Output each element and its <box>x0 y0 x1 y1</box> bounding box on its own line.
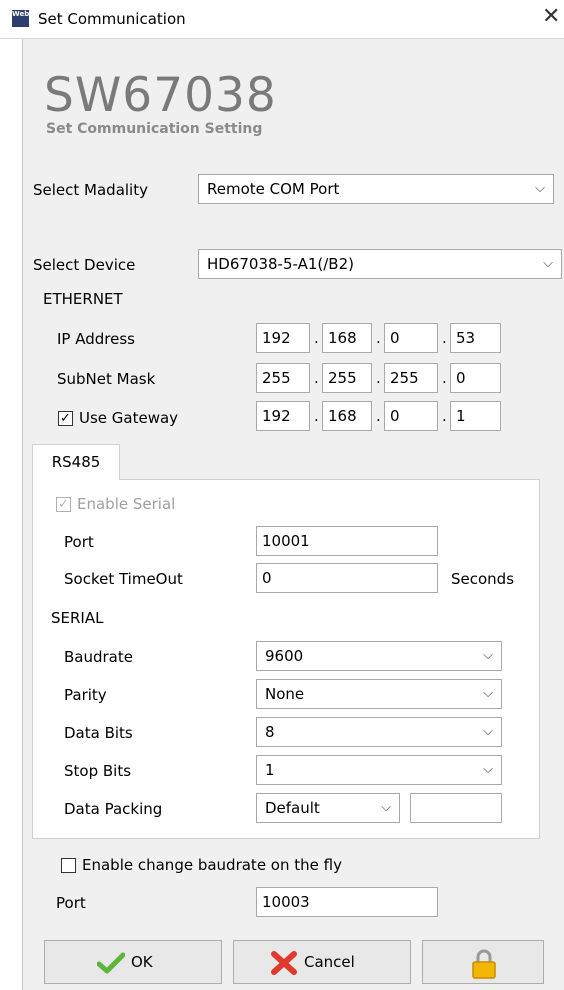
device-select[interactable]: HD67038-5-A1(/B2) ⌵ <box>198 249 562 279</box>
lock-button[interactable] <box>422 940 544 984</box>
subnet-dot: . <box>376 369 381 387</box>
data-packing-extra-input[interactable] <box>410 793 502 823</box>
app-icon: Web <box>12 10 29 27</box>
subnet-octet-2[interactable]: 255 <box>322 363 372 393</box>
stopbits-label: Stop Bits <box>64 762 132 780</box>
data-packing-value: Default <box>265 799 320 817</box>
window-title: Set Communication <box>38 10 186 28</box>
gateway-dot: . <box>376 407 381 425</box>
subnet-octet-3[interactable]: 255 <box>384 363 438 393</box>
lock-icon <box>472 949 496 979</box>
ip-octet-4[interactable]: 53 <box>450 323 501 353</box>
tab-rs485[interactable]: RS485 <box>32 444 120 480</box>
gateway-octet-3[interactable]: 0 <box>384 401 438 431</box>
gateway-octet-4[interactable]: 1 <box>450 401 501 431</box>
subnet-dot: . <box>442 369 447 387</box>
rs485-port-input[interactable]: 10001 <box>256 526 438 556</box>
timeout-unit-label: Seconds <box>451 570 515 588</box>
gateway-dot: . <box>314 407 319 425</box>
chevron-down-icon: ⌵ <box>535 181 545 196</box>
baudrate-label: Baudrate <box>64 648 133 666</box>
gateway-dot: . <box>442 407 447 425</box>
databits-select[interactable]: 8 ⌵ <box>256 717 502 747</box>
enable-serial-checkbox[interactable]: ✓ <box>56 497 71 512</box>
fly-port-label: Port <box>56 894 86 912</box>
stopbits-value: 1 <box>265 761 275 779</box>
modality-select[interactable]: Remote COM Port ⌵ <box>198 174 554 204</box>
ip-dot: . <box>376 329 381 347</box>
chevron-down-icon: ⌵ <box>483 648 493 663</box>
ip-octet-1[interactable]: 192 <box>256 323 310 353</box>
baudrate-value: 9600 <box>265 647 304 665</box>
socket-timeout-label: Socket TimeOut <box>64 570 183 588</box>
subnet-octet-4[interactable]: 0 <box>450 363 501 393</box>
device-label: Select Device <box>33 256 136 274</box>
ip-address-label: IP Address <box>57 330 135 348</box>
close-icon[interactable]: ✕ <box>542 4 560 29</box>
fly-port-input[interactable]: 10003 <box>256 887 438 917</box>
check-icon: ✓ <box>60 411 71 426</box>
cancel-x-icon <box>271 951 297 975</box>
enable-fly-label: Enable change baudrate on the fly <box>82 856 342 874</box>
gateway-octet-1[interactable]: 192 <box>256 401 310 431</box>
enable-serial-label: Enable Serial <box>77 495 176 513</box>
databits-label: Data Bits <box>64 724 133 742</box>
chevron-down-icon: ⌵ <box>543 256 553 271</box>
chevron-down-icon: ⌵ <box>483 762 493 777</box>
enable-fly-checkbox[interactable] <box>61 858 76 873</box>
chevron-down-icon: ⌵ <box>483 724 493 739</box>
databits-value: 8 <box>265 723 275 741</box>
use-gateway-checkbox[interactable]: ✓ <box>58 411 73 426</box>
brand-subtitle: Set Communication Setting <box>46 121 263 137</box>
chevron-down-icon: ⌵ <box>381 800 391 815</box>
ethernet-section-label: ETHERNET <box>43 290 123 308</box>
cancel-label: Cancel <box>304 953 355 971</box>
gateway-octet-2[interactable]: 168 <box>322 401 372 431</box>
rs485-port-label: Port <box>64 533 94 551</box>
data-packing-label: Data Packing <box>64 800 163 818</box>
ip-dot: . <box>442 329 447 347</box>
ip-dot: . <box>314 329 319 347</box>
ok-button[interactable]: OK <box>44 940 222 984</box>
cancel-button[interactable]: Cancel <box>233 940 411 984</box>
ip-octet-2[interactable]: 168 <box>322 323 372 353</box>
parity-value: None <box>265 685 305 703</box>
app-icon-text: Web <box>12 10 30 18</box>
subnet-label: SubNet Mask <box>57 370 156 388</box>
subnet-octet-1[interactable]: 255 <box>256 363 310 393</box>
ok-label: OK <box>131 953 153 971</box>
brand-title: SW67038 <box>44 68 277 123</box>
serial-section-label: SERIAL <box>51 609 104 627</box>
checkmark-icon <box>97 952 125 974</box>
subnet-dot: . <box>314 369 319 387</box>
modality-label: Select Madality <box>33 181 148 199</box>
use-gateway-label: Use Gateway <box>79 409 179 427</box>
stopbits-select[interactable]: 1 ⌵ <box>256 755 502 785</box>
data-packing-select[interactable]: Default ⌵ <box>256 793 400 823</box>
chevron-down-icon: ⌵ <box>483 686 493 701</box>
check-icon: ✓ <box>58 497 69 512</box>
modality-value: Remote COM Port <box>207 180 340 198</box>
device-value: HD67038-5-A1(/B2) <box>207 255 354 273</box>
socket-timeout-input[interactable]: 0 <box>256 563 438 593</box>
parity-select[interactable]: None ⌵ <box>256 679 502 709</box>
parity-label: Parity <box>64 686 107 704</box>
baudrate-select[interactable]: 9600 ⌵ <box>256 641 502 671</box>
ip-octet-3[interactable]: 0 <box>384 323 438 353</box>
